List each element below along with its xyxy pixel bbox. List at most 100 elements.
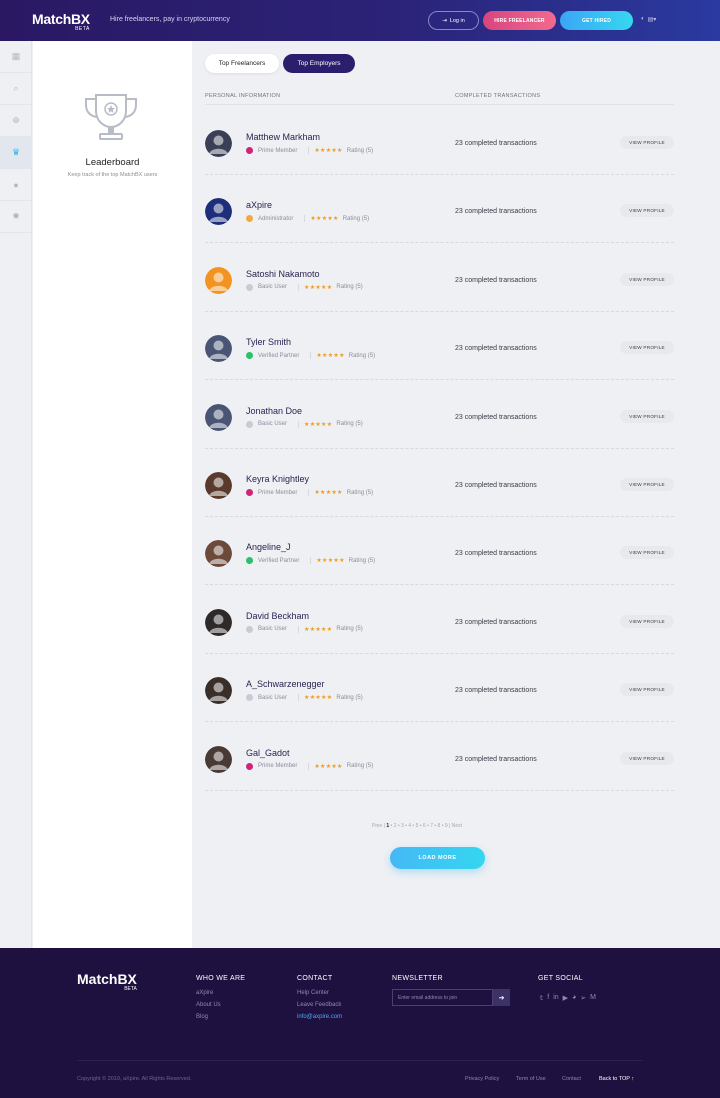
avatar[interactable]	[205, 335, 232, 363]
pagination-prev[interactable]: Prev	[372, 823, 382, 829]
view-profile-button[interactable]: VIEW PROFILE	[620, 546, 674, 560]
contact-link[interactable]: Contact	[562, 1076, 581, 1082]
user-name[interactable]: Angeline_J	[246, 542, 291, 552]
user-name[interactable]: David Beckham	[246, 611, 309, 621]
linkedin-icon[interactable]: in	[553, 994, 558, 1002]
star-rating: ★★★★★	[314, 763, 343, 770]
view-profile-button[interactable]: VIEW PROFILE	[620, 751, 674, 765]
column-header-transactions: COMPLETED TRANSACTIONS	[455, 93, 541, 99]
logo[interactable]: MatchBX BETA	[32, 11, 90, 32]
completed-transactions: 23 completed transactions	[455, 140, 537, 147]
role-badge-icon	[246, 557, 253, 565]
newsletter-email-input[interactable]: Enter email address to join	[392, 989, 493, 1006]
tab-top-employers[interactable]: Top Employers	[283, 54, 355, 73]
rating-block: ★★★★★ Rating (5)	[308, 762, 373, 770]
theme-toggle-icon[interactable]: ◐	[641, 16, 645, 23]
reddit-icon[interactable]: ◕	[572, 994, 576, 1002]
dashboard-icon[interactable]: ▦	[0, 41, 32, 73]
rating-label: Rating (5)	[336, 626, 363, 633]
view-profile-button[interactable]: VIEW PROFILE	[620, 614, 674, 628]
footer-link-about[interactable]: About Us	[196, 1002, 221, 1008]
newsletter-submit-button[interactable]: ➔	[493, 989, 510, 1006]
footer-logo[interactable]: MatchBX BETA	[77, 971, 137, 992]
language-flag-icon[interactable]: ▤▾	[648, 16, 657, 23]
copyright: Copyright © 2019, aXpire. All Rights Res…	[77, 1076, 192, 1082]
user-name[interactable]: Matthew Markham	[246, 132, 320, 142]
rating-label: Rating (5)	[346, 489, 374, 496]
user-name[interactable]: Keyra Knightley	[246, 474, 309, 484]
user-name[interactable]: Jonathan Doe	[246, 406, 302, 416]
back-to-top-label: Back to TOP	[599, 1076, 630, 1082]
hire-freelancer-button[interactable]: HIRE FREELANCER	[483, 11, 556, 30]
user-name[interactable]: Satoshi Nakamoto	[246, 269, 320, 279]
header-icons: ◐ ▤▾	[641, 16, 656, 23]
leaderboard-title: Leaderboard	[85, 157, 140, 168]
pagination-next[interactable]: Next	[452, 823, 462, 829]
footer-email-link[interactable]: info@axpire.com	[297, 1014, 342, 1020]
terms-link[interactable]: Term of Use	[516, 1076, 546, 1082]
youtube-icon[interactable]: ▶	[563, 994, 568, 1002]
back-to-top-link[interactable]: Back to TOP ↑	[599, 1076, 634, 1082]
avatar[interactable]	[205, 198, 232, 226]
get-hired-button[interactable]: GET HIRED	[560, 11, 633, 30]
completed-transactions: 23 completed transactions	[455, 755, 537, 763]
avatar[interactable]	[205, 677, 232, 705]
user-role: Prime Member	[258, 489, 298, 496]
rating-label: Rating (5)	[336, 694, 363, 701]
user-name[interactable]: Tyler Smith	[246, 337, 291, 347]
completed-transactions: 23 completed transactions	[455, 687, 537, 695]
footer-link-blog[interactable]: Blog	[196, 1014, 208, 1020]
user-name[interactable]: Gal_Gadot	[246, 748, 290, 758]
user-icon[interactable]: ●	[0, 169, 32, 201]
table-row: A_Schwarzenegger Basic User ★★★★★ Rating…	[205, 654, 674, 723]
completed-transactions: 23 completed transactions	[455, 413, 537, 421]
user-meta: Basic User ★★★★★ Rating (5)	[246, 625, 363, 633]
user-role: Prime Member	[258, 147, 298, 154]
pagination-current[interactable]: 1	[386, 823, 389, 829]
view-profile-button[interactable]: VIEW PROFILE	[620, 409, 674, 423]
plus-icon[interactable]: ⊕	[0, 105, 32, 137]
user-name[interactable]: A_Schwarzenegger	[246, 679, 325, 689]
footer-link-axpire[interactable]: aXpire	[196, 990, 213, 996]
avatar[interactable]	[205, 266, 232, 294]
user-name[interactable]: aXpire	[246, 200, 272, 210]
trophy-icon	[85, 94, 137, 140]
privacy-link[interactable]: Privacy Policy	[465, 1076, 499, 1082]
avatar[interactable]	[205, 130, 232, 157]
footer-logo-beta: BETA	[124, 986, 137, 992]
twitter-icon[interactable]: 𝕥	[540, 994, 543, 1002]
login-button[interactable]: ⇥ Log in	[428, 11, 479, 30]
user-meta: Basic User ★★★★★ Rating (5)	[246, 283, 363, 291]
role-badge-icon	[246, 694, 253, 702]
avatar[interactable]	[205, 608, 232, 636]
view-profile-button[interactable]: VIEW PROFILE	[620, 341, 674, 355]
user-meta: Basic User ★★★★★ Rating (5)	[246, 694, 363, 702]
star-rating: ★★★★★	[316, 353, 345, 360]
view-profile-button[interactable]: VIEW PROFILE	[620, 272, 674, 286]
telegram-icon[interactable]: ➢	[580, 994, 586, 1002]
avatar[interactable]	[205, 745, 232, 773]
tab-top-freelancers[interactable]: Top Freelancers	[205, 54, 279, 73]
logo-beta: BETA	[75, 26, 90, 32]
footer: MatchBX BETA WHO WE ARE aXpire About Us …	[0, 948, 720, 1098]
medium-icon[interactable]: M	[590, 994, 596, 1002]
footer-link-feedback[interactable]: Leave Feedback	[297, 1002, 341, 1008]
avatar[interactable]	[205, 472, 232, 499]
avatar[interactable]	[205, 540, 232, 568]
load-more-button[interactable]: LOAD MORE	[390, 847, 485, 869]
logo-text: MatchBX	[32, 11, 90, 27]
completed-transactions: 23 completed transactions	[455, 276, 537, 284]
trophy-icon[interactable]: ♛	[0, 137, 32, 169]
avatar[interactable]	[205, 403, 232, 431]
pagination-pages[interactable]: • 2 • 3 • 4 • 5 • 6 • 7 • 8 • 9	[391, 823, 448, 829]
footer-link-help-center[interactable]: Help Center	[297, 990, 329, 996]
search-icon[interactable]: ⌕	[0, 73, 32, 105]
view-profile-button[interactable]: VIEW PROFILE	[620, 683, 674, 697]
user-role: Prime Member	[258, 763, 298, 770]
view-profile-button[interactable]: VIEW PROFILE	[620, 136, 674, 149]
view-profile-button[interactable]: VIEW PROFILE	[620, 204, 674, 218]
star-rating: ★★★★★	[316, 558, 345, 565]
gear-icon[interactable]: ✹	[0, 201, 32, 233]
view-profile-button[interactable]: VIEW PROFILE	[620, 478, 674, 491]
facebook-icon[interactable]: f	[547, 994, 549, 1002]
